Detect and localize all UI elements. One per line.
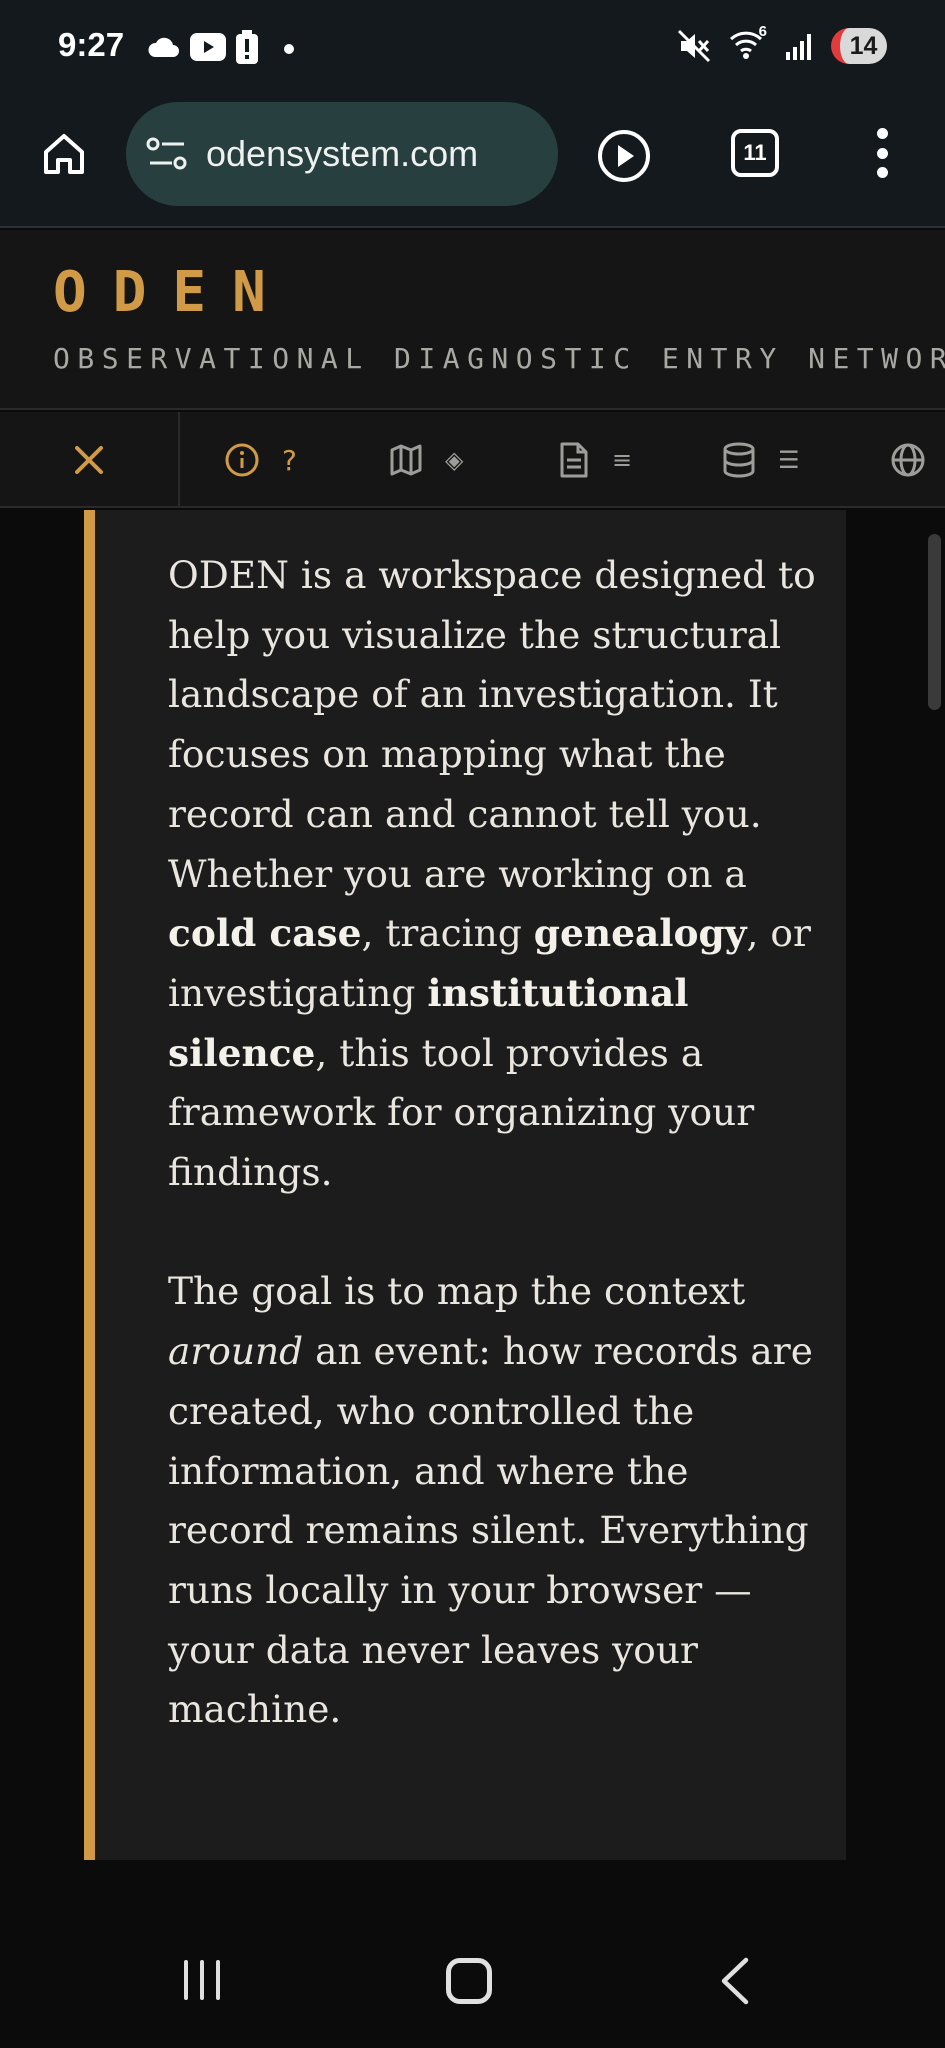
- globe-icon: [891, 443, 925, 477]
- url-text: odensystem.com: [206, 133, 479, 174]
- tab-switcher-button[interactable]: 11: [731, 129, 779, 177]
- emphasis-around: around: [168, 1329, 304, 1374]
- tab-about-label: ?: [282, 443, 297, 477]
- database-icon: [723, 442, 755, 478]
- browser-toolbar: odensystem.com 11: [0, 98, 945, 228]
- alert-battery-icon: [236, 30, 258, 64]
- wifi-indicator: 6: [729, 23, 767, 63]
- content-area: ODEN is a workspace designed to help you…: [0, 510, 945, 1860]
- tab-document-label: ≡: [612, 446, 633, 474]
- intro-paragraph-1: ODEN is a workspace designed to help you…: [168, 546, 818, 1203]
- tab-database[interactable]: ☰: [722, 412, 800, 506]
- wifi-label: 6: [758, 23, 767, 40]
- signal-icon: [786, 34, 811, 60]
- play-icon[interactable]: [596, 128, 652, 184]
- site-settings-icon[interactable]: [146, 136, 188, 172]
- intro-text: ODEN is a workspace designed to help you…: [168, 546, 818, 1740]
- mute-icon: [677, 29, 711, 63]
- tab-globe[interactable]: [890, 412, 926, 506]
- intro-p1-text-c: , tracing: [361, 911, 534, 956]
- map-icon: [390, 444, 422, 476]
- close-button[interactable]: [0, 412, 180, 506]
- intro-card: ODEN is a workspace designed to help you…: [84, 510, 846, 1860]
- status-right-icons: 6 14: [677, 23, 887, 64]
- address-bar[interactable]: odensystem.com: [126, 102, 558, 206]
- more-menu-icon[interactable]: [870, 128, 894, 178]
- intro-p1-text-a: ODEN is a workspace designed to help you…: [168, 553, 816, 896]
- close-icon: [75, 446, 103, 474]
- tab-map-label: ◈: [445, 446, 464, 474]
- keyword-genealogy: genealogy: [533, 911, 747, 956]
- status-time: 9:27: [58, 26, 125, 63]
- tool-nav: ? ◈ ≡ ☰: [0, 412, 945, 508]
- youtube-icon: [190, 33, 226, 61]
- home-button[interactable]: [36, 126, 92, 182]
- tab-document[interactable]: ≡: [558, 412, 633, 506]
- system-nav-bar: [0, 1890, 945, 2048]
- dot-icon: [284, 44, 294, 54]
- home-icon: [44, 134, 84, 174]
- tab-about[interactable]: ?: [224, 412, 297, 506]
- back-icon[interactable]: [716, 1956, 756, 2006]
- document-icon: [560, 442, 588, 478]
- info-icon: [225, 443, 259, 477]
- page-scrollbar[interactable]: [928, 534, 941, 710]
- intro-p2-text-b: an event: how records are created, who c…: [168, 1329, 813, 1732]
- site-header: ODEN OBSERVATIONAL DIAGNOSTIC ENTRY NETW…: [0, 230, 945, 410]
- intro-p2-text-a: The goal is to map the context: [168, 1269, 746, 1314]
- status-bar: 9:27 6 14: [0, 0, 945, 98]
- system-home-button[interactable]: [446, 1958, 492, 2004]
- status-left-icons: [146, 30, 298, 64]
- site-tagline: OBSERVATIONAL DIAGNOSTIC ENTRY NETWORK: [53, 342, 945, 375]
- battery-badge: 14: [831, 28, 887, 64]
- recents-button[interactable]: [184, 1960, 220, 2000]
- tab-map[interactable]: ◈: [389, 412, 464, 506]
- intro-paragraph-2: The goal is to map the context around an…: [168, 1262, 818, 1740]
- keyword-cold-case: cold case: [168, 911, 362, 956]
- cloud-icon: [148, 37, 179, 57]
- tab-database-label: ☰: [778, 446, 800, 474]
- site-logo[interactable]: ODEN: [53, 260, 292, 325]
